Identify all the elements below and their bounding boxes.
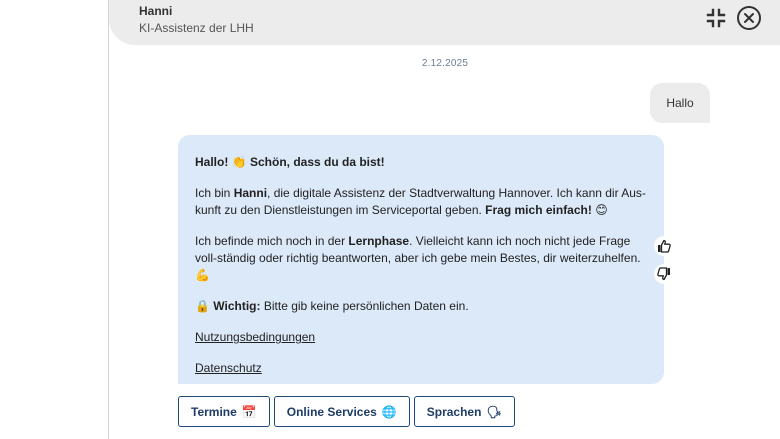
greeting-paragraph: Hallo! 👏 Schön, dass du da bist! [195,154,647,171]
warning-bold: Wichtig: [213,299,261,313]
close-button[interactable] [736,5,762,31]
online-services-button[interactable]: Online Services 🌐 [273,396,410,427]
user-message: Hallo [650,83,710,123]
lock-emoji: 🔒 [195,299,210,313]
sprachen-label: Sprachen [426,404,482,419]
flexed-arm-emoji: 💪 [195,268,210,282]
intro-bold: Frag mich einfach! [485,203,592,217]
chat-header: Hanni KI-Assistenz der LHH [109,0,780,45]
intro-name: Hanni [233,186,268,200]
greeting-bold: Hallo! [195,155,229,169]
learn-bold: Lernphase [348,234,410,248]
minimize-icon [706,8,726,28]
quick-replies: Termine 📅 Online Services 🌐 Sprachen 🗣 [178,396,515,427]
intro-text-1: Ich bin [195,186,234,200]
sprachen-button[interactable]: Sprachen 🗣 [413,396,515,427]
terms-link[interactable]: Nutzungsbedingungen [195,329,315,346]
date-separator: 2.12.2025 [421,58,469,69]
privacy-link[interactable]: Datenschutz [195,360,262,377]
speaking-head-emoji: 🗣 [486,404,502,419]
warning-paragraph: 🔒 Wichtig: Bitte gib keine persönlichen … [195,298,647,315]
smile-emoji: 😊 [595,203,608,217]
bot-message: Hallo! 👏 Schön, dass du da bist! Ich bin… [178,135,664,384]
learning-paragraph: Ich befinde mich noch in der Lernphase. … [195,233,647,284]
warning-text: Bitte gib keine persönlichen Daten ein. [260,299,469,313]
clapping-hands-emoji: 👏 [231,155,247,169]
intro-paragraph: Ich bin Hanni, die digitale Assistenz de… [195,185,647,219]
thumbs-up-button[interactable] [654,236,674,256]
bot-name: Hanni [139,4,173,18]
chat-panel: Hanni KI-Assistenz der LHH 2.12.2025 Hal… [108,0,780,439]
termine-label: Termine [191,404,237,419]
page-background [0,0,108,439]
thumbs-down-icon [657,267,670,281]
termine-button[interactable]: Termine 📅 [178,396,270,427]
bot-subtitle: KI-Assistenz der LHH [139,21,254,35]
thumbs-down-button[interactable] [654,264,674,284]
greeting-rest: Schön, dass du da bist! [249,155,385,169]
online-services-label: Online Services [286,404,377,419]
calendar-emoji: 📅 [241,404,257,419]
globe-emoji: 🌐 [381,404,397,419]
close-circle-icon [737,6,761,30]
minimize-button[interactable] [703,5,729,31]
thumbs-up-icon [658,239,671,253]
learn-text-1: Ich befinde mich noch in der [195,234,349,248]
